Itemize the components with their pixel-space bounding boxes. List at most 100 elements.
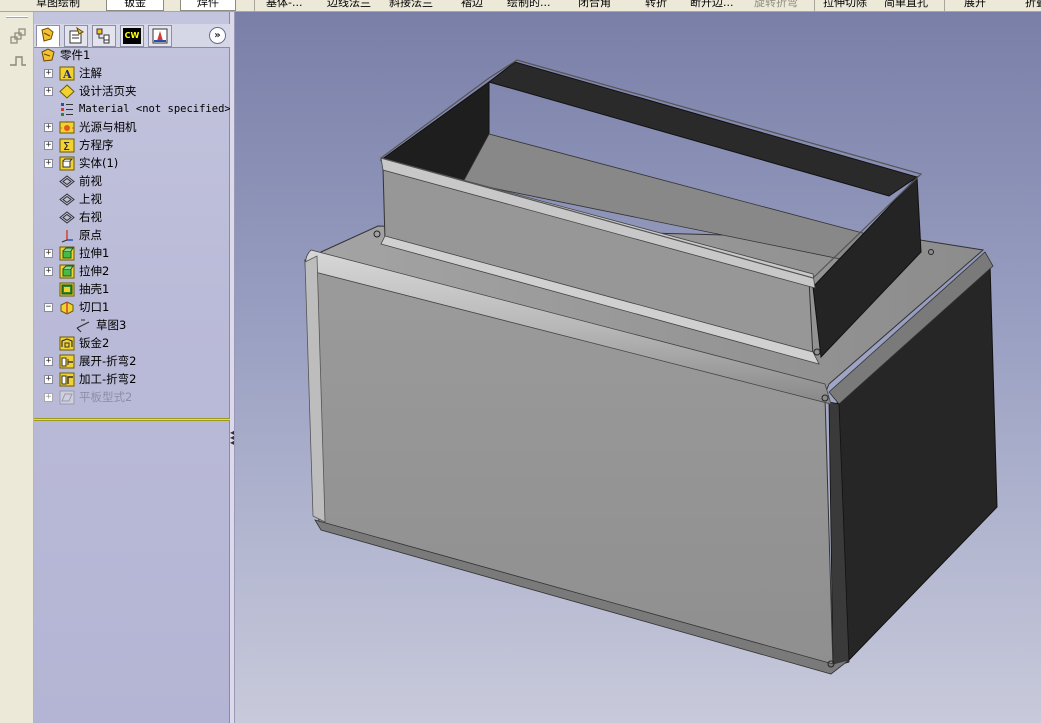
tree-item-sheetmetal2[interactable]: 钣金2 xyxy=(59,335,109,352)
tree-root-part[interactable]: 零件1 xyxy=(40,47,90,64)
graphics-viewport[interactable] xyxy=(235,12,1041,723)
expand-toggle[interactable]: + xyxy=(44,87,53,96)
tab-cosmosworks[interactable]: CW xyxy=(120,25,144,47)
tab-configuration-manager[interactable] xyxy=(92,25,116,47)
tree-item-label: 右视 xyxy=(79,210,102,224)
hem-button[interactable]: 褶边 xyxy=(461,0,483,11)
expand-toggle[interactable]: + xyxy=(44,393,53,402)
tree-item-rip1[interactable]: − 切口1 xyxy=(44,299,109,316)
rip-icon xyxy=(59,300,75,315)
solid-bodies-icon xyxy=(59,156,75,171)
panel-tab-strip: CW » xyxy=(34,24,230,48)
tree-item-label: 拉伸1 xyxy=(79,246,110,260)
base-flange-button[interactable]: 基体-... xyxy=(266,0,302,11)
tree-item-label: 实体(1) xyxy=(79,156,119,170)
plane-icon xyxy=(59,210,75,225)
tree-item-annotations[interactable]: + A 注解 xyxy=(44,65,102,82)
fold-button[interactable]: 折叠 xyxy=(1025,0,1041,11)
extrude-icon xyxy=(59,246,75,261)
miter-flange-button[interactable]: 斜接法兰 xyxy=(389,0,433,11)
expand-toggle[interactable]: + xyxy=(44,69,53,78)
tree-item-solid-bodies[interactable]: + 实体(1) xyxy=(44,155,118,172)
expand-toggle[interactable]: + xyxy=(44,375,53,384)
tree-item-label: 上视 xyxy=(79,192,102,206)
tree-item-flatten-bends2[interactable]: + 展开-折弯2 xyxy=(44,353,136,370)
tree-item-front-plane[interactable]: 前视 xyxy=(59,173,102,190)
tree-item-label: 展开-折弯2 xyxy=(79,354,137,368)
shell-icon xyxy=(59,282,75,297)
jog-button[interactable]: 转折 xyxy=(645,0,667,11)
edge-flange-button[interactable]: 边线法兰 xyxy=(327,0,371,11)
expand-toggle[interactable]: + xyxy=(44,357,53,366)
tree-item-label: 注解 xyxy=(79,66,102,80)
tree-item-label: 原点 xyxy=(79,228,102,242)
sketch-icon xyxy=(76,318,92,333)
expand-toggle[interactable]: + xyxy=(44,141,53,150)
tree-item-label: 光源与相机 xyxy=(79,120,137,134)
tree-item-label: 前视 xyxy=(79,174,102,188)
toolbar-separator xyxy=(254,0,255,11)
jog-tool-icon[interactable] xyxy=(8,52,28,70)
vertical-toolbar xyxy=(0,12,34,723)
tab-weldments[interactable]: 焊件 xyxy=(180,0,236,11)
tree-item-lights-cameras[interactable]: + 光源与相机 xyxy=(44,119,137,136)
tree-item-label: 加工-折弯2 xyxy=(79,372,137,386)
tree-item-design-binder[interactable]: + 设计活页夹 xyxy=(44,83,137,100)
cosmosworks-icon: CW xyxy=(123,28,141,44)
feature-tree-icon xyxy=(41,27,54,42)
tab-sheetmetal[interactable]: 钣金 xyxy=(106,0,164,11)
tree-item-label: 切口1 xyxy=(79,300,110,314)
sketched-bend-button[interactable]: 绘制的... xyxy=(507,0,551,11)
tree-item-shell1[interactable]: 抽壳1 xyxy=(59,281,109,298)
command-manager-bar: 草图绘制 钣金 焊件 基体-... 边线法兰 斜接法兰 褶边 绘制的... 闭合… xyxy=(0,0,1041,12)
sheetmetal-icon xyxy=(59,336,75,351)
toolbar-grip[interactable] xyxy=(6,16,28,18)
tab-property-manager[interactable] xyxy=(64,25,88,47)
tab-display-manager[interactable] xyxy=(148,25,172,47)
property-manager-icon xyxy=(69,27,84,44)
tree-item-material[interactable]: Material <not specified> xyxy=(59,101,231,118)
stack-tool-icon[interactable] xyxy=(8,28,28,46)
tree-item-extrude2[interactable]: + 拉伸2 xyxy=(44,263,109,280)
tab-sketch[interactable]: 草图绘制 xyxy=(36,0,80,11)
rip-button[interactable]: 旋转折弯 xyxy=(754,0,798,11)
tree-item-origin[interactable]: 原点 xyxy=(59,227,102,244)
design-binder-icon xyxy=(59,84,75,99)
origin-icon xyxy=(59,228,75,243)
tree-item-equations[interactable]: + Σ 方程序 xyxy=(44,137,114,154)
toolbar-separator xyxy=(814,0,815,11)
material-icon xyxy=(59,102,75,117)
simple-hole-button[interactable]: 简单直孔 xyxy=(884,0,928,11)
flat-pattern-icon xyxy=(59,390,75,405)
unfold-button[interactable]: 展开 xyxy=(964,0,986,11)
tree-item-process-bends2[interactable]: + 加工-折弯2 xyxy=(44,371,136,388)
sheet-metal-part-model[interactable] xyxy=(235,12,1041,723)
expand-toggle[interactable]: + xyxy=(44,159,53,168)
tree-item-extrude1[interactable]: + 拉伸1 xyxy=(44,245,109,262)
feature-manager-panel: CW » 零件1 + A 注解 + 设计活页夹 Material <not sp… xyxy=(34,12,231,723)
extruded-cut-button[interactable]: 拉伸切除 xyxy=(823,0,867,11)
closed-corner-button[interactable]: 闭合角 xyxy=(578,0,611,11)
tree-item-top-plane[interactable]: 上视 xyxy=(59,191,102,208)
part-icon xyxy=(40,48,56,63)
display-manager-icon xyxy=(152,28,168,44)
process-bends-icon xyxy=(59,372,75,387)
break-corner-button[interactable]: 断开边... xyxy=(690,0,734,11)
extrude-icon xyxy=(59,264,75,279)
tab-feature-manager[interactable] xyxy=(36,25,60,47)
tree-item-flat-pattern2[interactable]: + 平板型式2 xyxy=(44,389,132,406)
expand-toggle[interactable]: + xyxy=(44,249,53,258)
tree-item-right-plane[interactable]: 右视 xyxy=(59,209,102,226)
tree-item-sketch3[interactable]: 草图3 xyxy=(76,317,126,334)
rollback-bar[interactable] xyxy=(34,418,230,421)
expand-tabs-button[interactable]: » xyxy=(209,27,226,44)
tree-item-label: 设计活页夹 xyxy=(79,84,137,98)
tree-item-label: 草图3 xyxy=(96,318,127,332)
tree-root-label: 零件1 xyxy=(60,48,91,62)
expand-toggle[interactable]: + xyxy=(44,123,53,132)
expand-toggle[interactable]: + xyxy=(44,267,53,276)
tree-item-label: 方程序 xyxy=(79,138,114,152)
equations-icon: Σ xyxy=(59,138,75,153)
svg-text:Σ: Σ xyxy=(63,140,70,153)
collapse-toggle[interactable]: − xyxy=(44,303,53,312)
